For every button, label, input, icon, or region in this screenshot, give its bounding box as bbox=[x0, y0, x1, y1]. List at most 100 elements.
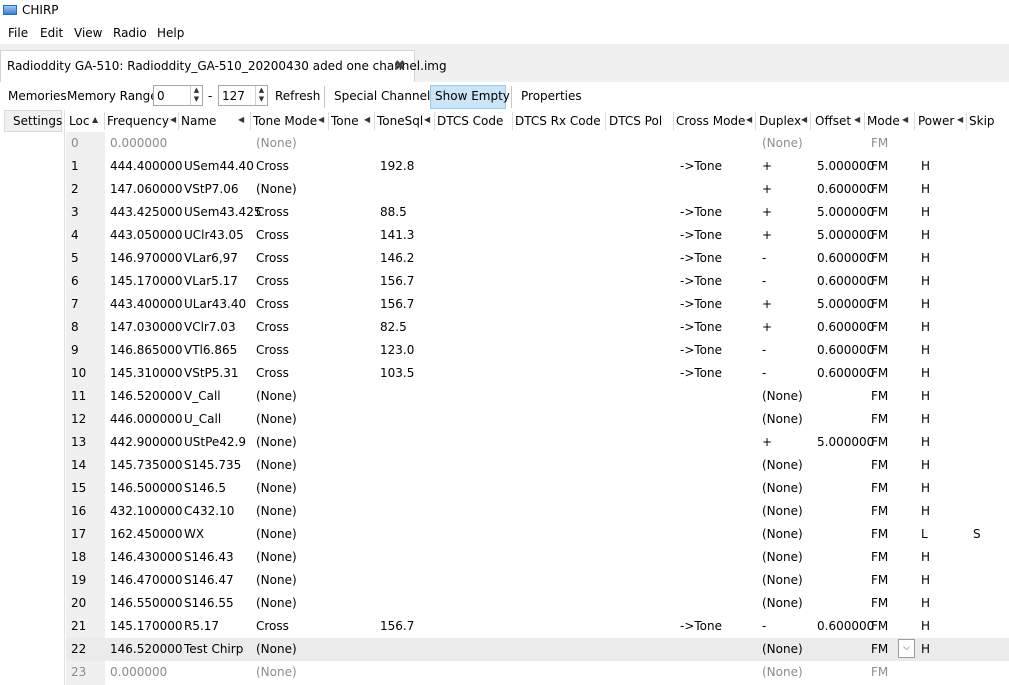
cell-name[interactable]: UClr43.05 bbox=[184, 228, 244, 242]
tab-memories[interactable]: Memories bbox=[8, 89, 67, 103]
cell-offset[interactable]: 5.000000 bbox=[817, 297, 874, 311]
cell-tsql[interactable]: 123.0 bbox=[380, 343, 414, 357]
cell-name[interactable]: VClr7.03 bbox=[184, 320, 236, 334]
cell-name[interactable]: S146.47 bbox=[184, 573, 234, 587]
table-row[interactable]: 15 146.500000 S146.5 (None) (None) FM H bbox=[66, 477, 1009, 500]
cell-name[interactable]: V_Call bbox=[184, 389, 221, 403]
cell-power[interactable]: H bbox=[921, 504, 930, 518]
cell-power[interactable]: H bbox=[921, 274, 930, 288]
table-row[interactable]: 16 432.100000 C432.10 (None) (None) FM H bbox=[66, 500, 1009, 523]
cell-mode[interactable]: FM bbox=[871, 642, 888, 656]
cell-cross[interactable]: ->Tone bbox=[680, 297, 722, 311]
cell-power[interactable]: H bbox=[921, 366, 930, 380]
table-row[interactable]: 23 0.000000 (None) (None) FM bbox=[66, 661, 1009, 684]
cell-duplex[interactable]: (None) bbox=[762, 550, 803, 564]
cell-tsql[interactable]: 156.7 bbox=[380, 274, 414, 288]
cell-offset[interactable]: 0.600000 bbox=[817, 366, 874, 380]
cell-cross[interactable]: ->Tone bbox=[680, 205, 722, 219]
cell-duplex[interactable]: (None) bbox=[762, 412, 803, 426]
cell-power[interactable]: H bbox=[921, 389, 930, 403]
menu-radio[interactable]: Radio bbox=[113, 26, 147, 40]
table-row[interactable]: 20 146.550000 S146.55 (None) (None) FM H bbox=[66, 592, 1009, 615]
cell-freq[interactable]: 146.500000 bbox=[110, 481, 183, 495]
cell-power[interactable]: H bbox=[921, 619, 930, 633]
cell-tmode[interactable]: Cross bbox=[256, 320, 289, 334]
cell-skip[interactable]: S bbox=[973, 527, 981, 541]
cell-offset[interactable]: 0.600000 bbox=[817, 251, 874, 265]
cell-tmode[interactable]: (None) bbox=[256, 665, 297, 679]
cell-duplex[interactable]: (None) bbox=[762, 458, 803, 472]
cell-tmode[interactable]: (None) bbox=[256, 435, 297, 449]
cell-duplex[interactable]: + bbox=[762, 205, 772, 219]
table-row[interactable]: 22 146.520000 Test Chirp (None) (None) FM H ⌵ bbox=[66, 638, 1009, 661]
cell-freq[interactable]: 147.030000 bbox=[110, 320, 183, 334]
cell-power[interactable]: H bbox=[921, 159, 930, 173]
cell-mode[interactable]: FM bbox=[871, 458, 888, 472]
column-menu-icon[interactable]: ◀ bbox=[902, 115, 908, 124]
cell-mode[interactable]: FM bbox=[871, 435, 888, 449]
cell-name[interactable]: VLar5.17 bbox=[184, 274, 238, 288]
cell-tsql[interactable]: 82.5 bbox=[380, 320, 407, 334]
cell-freq[interactable]: 444.400000 bbox=[110, 159, 183, 173]
cell-name[interactable]: VTl6.865 bbox=[184, 343, 237, 357]
cell-mode[interactable]: FM bbox=[871, 228, 888, 242]
cell-mode[interactable]: FM bbox=[871, 481, 888, 495]
cell-tmode[interactable]: Cross bbox=[256, 619, 289, 633]
table-row[interactable]: 10 145.310000 VStP5.31 Cross 103.5 ->Tone - 0.6… bbox=[66, 362, 1009, 385]
cell-power[interactable]: H bbox=[921, 573, 930, 587]
cell-duplex[interactable]: (None) bbox=[762, 596, 803, 610]
table-row[interactable]: 19 146.470000 S146.47 (None) (None) FM H bbox=[66, 569, 1009, 592]
cell-cross[interactable]: ->Tone bbox=[680, 159, 722, 173]
cell-duplex[interactable]: - bbox=[762, 274, 766, 288]
cell-power[interactable]: H bbox=[921, 228, 930, 242]
cell-duplex[interactable]: (None) bbox=[762, 527, 803, 541]
table-row[interactable]: 0 0.000000 (None) (None) FM bbox=[66, 132, 1009, 155]
table-row[interactable]: 8 147.030000 VClr7.03 Cross 82.5 ->Tone +0.600… bbox=[66, 316, 1009, 339]
file-tab[interactable]: Radioddity GA-510: Radioddity_GA-510_202… bbox=[0, 50, 447, 82]
cell-tmode[interactable]: (None) bbox=[256, 642, 297, 656]
cell-power[interactable]: H bbox=[921, 320, 930, 334]
cell-tmode[interactable]: Cross bbox=[256, 343, 289, 357]
cell-power[interactable]: H bbox=[921, 458, 930, 472]
cell-duplex[interactable]: - bbox=[762, 343, 766, 357]
cell-tsql[interactable]: 141.3 bbox=[380, 228, 414, 242]
cell-freq[interactable]: 145.310000 bbox=[110, 366, 183, 380]
cell-offset[interactable]: 0.600000 bbox=[817, 619, 874, 633]
cell-freq[interactable]: 145.170000 bbox=[110, 619, 183, 633]
cell-freq[interactable]: 446.000000 bbox=[110, 412, 183, 426]
cell-duplex[interactable]: - bbox=[762, 366, 766, 380]
range-start-spinner[interactable]: 0 ▲ ▼ bbox=[153, 85, 203, 106]
cell-mode[interactable]: FM bbox=[871, 343, 888, 357]
cell-cross[interactable]: ->Tone bbox=[680, 251, 722, 265]
cell-mode[interactable]: FM bbox=[871, 665, 888, 679]
cell-name[interactable]: VStP5.31 bbox=[184, 366, 239, 380]
cell-duplex[interactable]: (None) bbox=[762, 665, 803, 679]
cell-tmode[interactable]: Cross bbox=[256, 205, 289, 219]
table-row[interactable]: 13 442.900000 UStPe42.9 (None) +5.000000 FM H bbox=[66, 431, 1009, 454]
column-menu-icon[interactable]: ◀ bbox=[170, 115, 176, 124]
cell-duplex[interactable]: + bbox=[762, 297, 772, 311]
cell-mode[interactable]: FM bbox=[871, 412, 888, 426]
cell-mode[interactable]: FM bbox=[871, 550, 888, 564]
cell-tmode[interactable]: Cross bbox=[256, 159, 289, 173]
cell-freq[interactable]: 146.520000 bbox=[110, 642, 183, 656]
chevron-down-icon[interactable]: ⌵ bbox=[898, 639, 915, 658]
cell-freq[interactable]: 442.900000 bbox=[110, 435, 183, 449]
cell-offset[interactable]: 0.600000 bbox=[817, 343, 874, 357]
cell-name[interactable]: ULar43.40 bbox=[184, 297, 246, 311]
cell-mode[interactable]: FM bbox=[871, 297, 888, 311]
cell-tsql[interactable]: 103.5 bbox=[380, 366, 414, 380]
menu-help[interactable]: Help bbox=[157, 26, 184, 40]
cell-name[interactable]: VLar6,97 bbox=[184, 251, 238, 265]
table-row[interactable]: 17 162.450000 WX (None) (None) FM L S bbox=[66, 523, 1009, 546]
cell-cross[interactable]: ->Tone bbox=[680, 320, 722, 334]
spinner-arrows-icon[interactable]: ▲ ▼ bbox=[190, 86, 202, 105]
cell-name[interactable]: S146.55 bbox=[184, 596, 234, 610]
cell-tmode[interactable]: (None) bbox=[256, 458, 297, 472]
cell-cross[interactable]: ->Tone bbox=[680, 366, 722, 380]
cell-freq[interactable]: 145.735000 bbox=[110, 458, 183, 472]
table-row[interactable]: 6 145.170000 VLar5.17 Cross 156.7 ->Tone - 0.60… bbox=[66, 270, 1009, 293]
cell-tmode[interactable]: (None) bbox=[256, 182, 297, 196]
range-end-spinner[interactable]: 127 ▲ ▼ bbox=[218, 85, 268, 106]
menu-view[interactable]: View bbox=[74, 26, 102, 40]
